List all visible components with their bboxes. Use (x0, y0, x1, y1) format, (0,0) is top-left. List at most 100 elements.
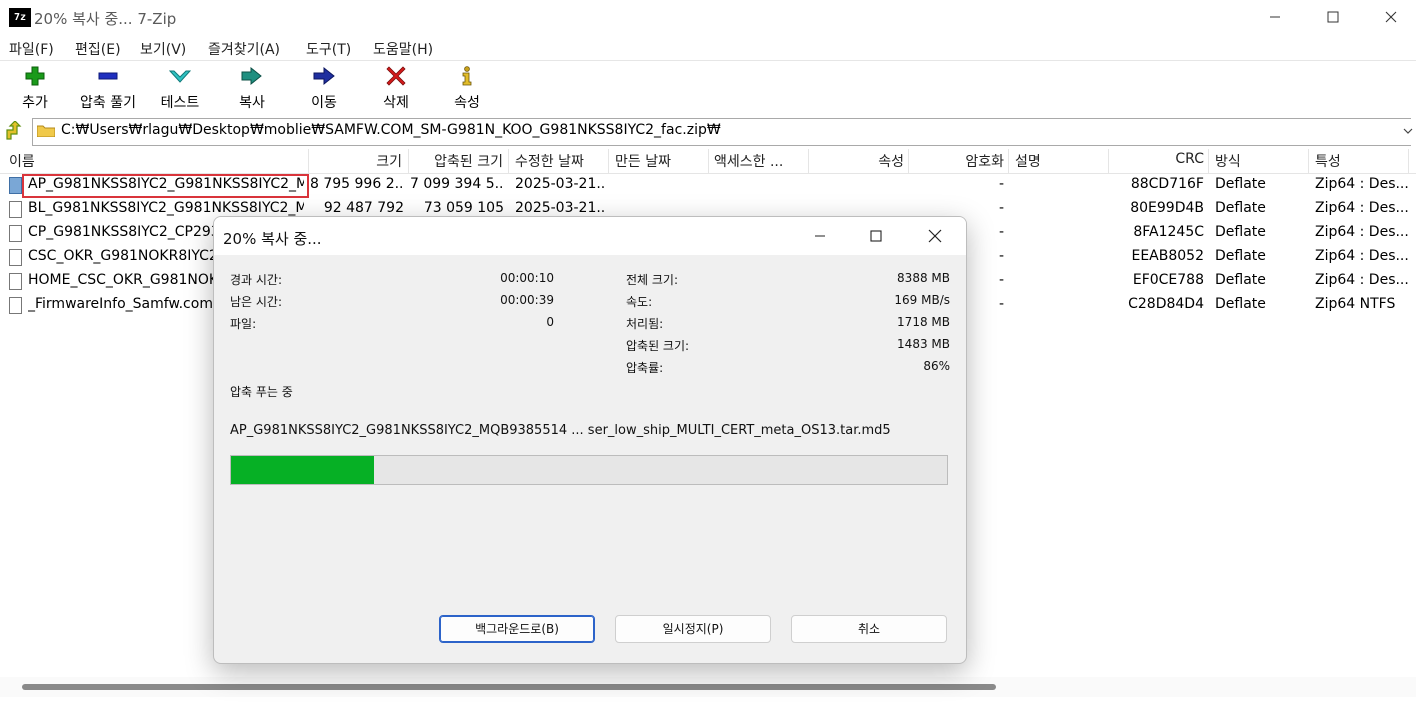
folder-icon (36, 124, 56, 138)
menu-help[interactable]: 도움말(H) (373, 39, 433, 59)
x-icon (386, 66, 406, 86)
file-icon (9, 297, 22, 314)
file-method-cell: Deflate (1215, 272, 1266, 288)
menu-tools[interactable]: 도구(T) (306, 39, 351, 59)
total-size-label: 전체 크기: (626, 273, 679, 287)
background-button[interactable]: 백그라운드로(B) (439, 615, 595, 643)
arrow-right-icon (313, 66, 335, 86)
address-path[interactable]: C:₩Users₩rlagu₩Desktop₩moblie₩SAMFW.COM_… (61, 122, 721, 138)
file-name-cell[interactable]: BL_G981NKSS8IYC2_G981NKSS8IYC2_M... (28, 200, 304, 216)
column-divider[interactable] (908, 149, 909, 173)
packed-size-label: 압축된 크기: (626, 339, 690, 353)
col-encrypted[interactable]: 암호화 (910, 151, 1004, 171)
column-divider[interactable] (1008, 149, 1009, 173)
file-modified-cell: 2025-03-21... (515, 200, 605, 216)
dialog-title: 20% 복사 중... (223, 230, 322, 248)
column-divider[interactable] (808, 149, 809, 173)
maximize-button[interactable] (1310, 0, 1356, 34)
col-attributes[interactable]: 속성 (810, 151, 904, 171)
menu-view[interactable]: 보기(V) (140, 39, 186, 59)
col-characteristics[interactable]: 특성 (1315, 151, 1341, 171)
packed-size-value: 1483 MB (897, 337, 950, 351)
file-characteristics-cell: Zip64 : Des... (1315, 248, 1409, 264)
elapsed-time-value: 00:00:10 (500, 271, 554, 285)
processed-value: 1718 MB (897, 315, 950, 329)
column-divider[interactable] (1308, 149, 1309, 173)
double-arrow-icon (241, 66, 262, 86)
file-packed-cell: 73 059 105 (423, 200, 504, 216)
elapsed-time-label: 경과 시간: (230, 273, 283, 287)
file-size-cell: 92 487 792 (323, 200, 404, 216)
menu-file[interactable]: 파일(F) (9, 39, 54, 59)
col-created[interactable]: 만든 날짜 (615, 151, 671, 171)
scrollbar-thumb[interactable] (22, 684, 996, 690)
dialog-maximize-button[interactable] (847, 217, 905, 255)
column-divider[interactable] (1108, 149, 1109, 173)
file-characteristics-cell: Zip64 : Des... (1315, 224, 1409, 240)
file-size-cell: 8 795 996 2... (310, 176, 404, 192)
file-crc-cell: EEAB8052 (1131, 248, 1204, 264)
file-modified-cell: 2025-03-21... (515, 176, 605, 192)
col-comment[interactable]: 설명 (1015, 151, 1041, 171)
col-packed-size[interactable]: 압축된 크기 (410, 151, 503, 171)
file-crc-cell: EF0CE788 (1132, 272, 1204, 288)
minimize-button[interactable] (1252, 0, 1298, 34)
file-characteristics-cell: Zip64 : Des... (1315, 176, 1409, 192)
dialog-close-button[interactable] (906, 217, 964, 255)
column-divider[interactable] (608, 149, 609, 173)
minimize-icon (1270, 16, 1280, 18)
menu-edit[interactable]: 편집(E) (75, 39, 121, 59)
processed-label: 처리됨: (626, 317, 664, 331)
file-characteristics-cell: Zip64 : Des... (1315, 200, 1409, 216)
progress-bar (230, 455, 948, 485)
file-characteristics-cell: Zip64 NTFS (1315, 296, 1396, 312)
menu-favorites[interactable]: 즐겨찾기(A) (208, 39, 280, 59)
title-bar (0, 0, 1416, 34)
file-characteristics-cell: Zip64 : Des... (1315, 272, 1409, 288)
col-name[interactable]: 이름 (9, 151, 35, 171)
col-accessed[interactable]: 액세스한 ... (714, 151, 783, 171)
file-icon (9, 273, 22, 290)
file-packed-cell: 7 099 394 5... (410, 176, 504, 192)
file-encrypted-cell: - (998, 200, 1004, 216)
minus-icon (98, 72, 118, 80)
file-method-cell: Deflate (1215, 224, 1266, 240)
speed-value: 169 MB/s (894, 293, 950, 307)
file-icon (9, 201, 22, 218)
dialog-minimize-button[interactable] (791, 217, 849, 255)
column-divider[interactable] (1408, 149, 1409, 173)
col-size[interactable]: 크기 (310, 151, 402, 171)
column-divider[interactable] (1208, 149, 1209, 173)
file-method-cell: Deflate (1215, 248, 1266, 264)
current-file-name: AP_G981NKSS8IYC2_G981NKSS8IYC2_MQB938551… (230, 423, 891, 438)
up-arrow-icon (6, 120, 22, 140)
col-method[interactable]: 방식 (1215, 151, 1241, 171)
column-divider[interactable] (708, 149, 709, 173)
cancel-button[interactable]: 취소 (791, 615, 947, 643)
status-text: 압축 푸는 중 (230, 385, 293, 399)
file-crc-cell: 88CD716F (1130, 176, 1204, 192)
col-modified[interactable]: 수정한 날짜 (515, 151, 584, 171)
file-method-cell: Deflate (1215, 200, 1266, 216)
maximize-icon (870, 230, 882, 242)
files-value: 0 (546, 315, 554, 329)
app-icon: 7z (9, 8, 31, 27)
column-divider[interactable] (408, 149, 409, 173)
column-divider[interactable] (308, 149, 309, 173)
selection-highlight (22, 174, 309, 198)
files-label: 파일: (230, 317, 257, 331)
info-button[interactable]: 속성 (431, 62, 503, 112)
pause-button[interactable]: 일시정지(P) (615, 615, 771, 643)
remaining-time-label: 남은 시간: (230, 295, 283, 309)
column-divider[interactable] (508, 149, 509, 173)
check-icon (169, 70, 191, 83)
file-icon (9, 225, 22, 242)
progress-dialog: 20% 복사 중... 경과 시간: 00:00:10 남은 시간: 00:00… (213, 216, 967, 664)
col-crc[interactable]: CRC (1110, 151, 1204, 167)
close-icon (928, 229, 942, 243)
up-folder-button[interactable] (5, 120, 23, 141)
remaining-time-value: 00:00:39 (500, 293, 554, 307)
progress-fill (231, 456, 374, 484)
address-dropdown[interactable] (1402, 121, 1416, 141)
close-button[interactable] (1368, 0, 1414, 34)
